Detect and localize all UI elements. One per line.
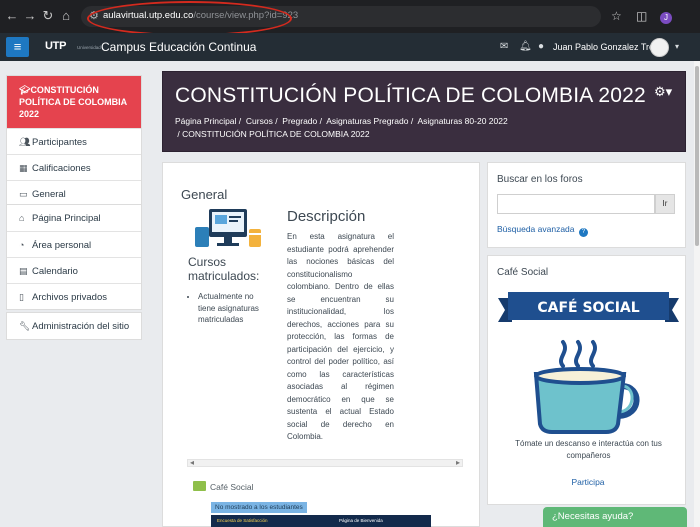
user-avatar[interactable] <box>650 38 669 57</box>
back-icon[interactable]: ← <box>4 8 20 24</box>
chevron-down-icon[interactable]: ▾ <box>675 42 679 51</box>
breadcrumb-item[interactable]: CONSTITUCIÓN POLÍTICA DE COLOMBIA 2022 <box>182 129 370 139</box>
cafe-description: Tómate un descanso e interactúa con tus … <box>515 439 662 460</box>
nav-item-administracion[interactable]: 🔧︎ Administración del sitio <box>7 313 141 339</box>
welcome-banner-image: Encuesta de Satisfacción Página de Bienv… <box>211 515 431 527</box>
horizontal-scrollbar[interactable]: ◂ ▸ <box>187 458 463 467</box>
help-chat-button[interactable]: ¿Necesitas ayuda? <box>543 507 687 527</box>
nav-item-general[interactable]: ▭ General <box>7 180 141 206</box>
home-icon[interactable]: ⌂ <box>58 8 74 24</box>
banner-title: CAFÉ SOCIAL <box>537 299 639 316</box>
profile-avatar[interactable]: J <box>660 12 672 24</box>
graduation-cap-icon: 🎓︎ <box>19 85 31 95</box>
help-icon[interactable]: ? <box>578 228 588 237</box>
logo-subtitle: Universidad <box>77 45 101 50</box>
description-text: En esta asignatura el estudiante podrá a… <box>287 232 394 441</box>
chat-icon[interactable]: ● <box>538 41 544 52</box>
banner-text: Página de Bienvenida <box>339 518 383 523</box>
breadcrumb-item[interactable]: Asignaturas 80-20 2022 <box>417 116 507 126</box>
extensions-icon[interactable]: ◫ <box>636 9 647 23</box>
scroll-left-icon[interactable]: ◂ <box>190 458 194 467</box>
nav-item-calendario[interactable]: ▤ Calendario <box>7 257 141 283</box>
scrollbar-thumb[interactable] <box>695 66 699 246</box>
red-annotation-circle <box>87 1 292 36</box>
wrench-icon: 🔧︎ <box>19 321 31 331</box>
site-name-link[interactable]: Campus Educación Continua <box>101 40 256 54</box>
utp-logo[interactable]: UTP <box>45 40 66 52</box>
cafe-social-block: Café Social CAFÉ SOCIAL Tómate un descan… <box>487 255 686 505</box>
nav-item-calificaciones[interactable]: ▦ Calificaciones <box>7 154 141 180</box>
nav-item-pagina-principal[interactable]: ⌂ Página Principal <box>7 205 141 231</box>
breadcrumb-item[interactable]: Cursos <box>246 116 273 126</box>
browser-toolbar: ← → ↻ ⌂ ⚙ aulavirtual.utp.edu.co/course/… <box>0 0 700 36</box>
breadcrumb-item[interactable]: Asignaturas Pregrado <box>326 116 408 126</box>
calendar-icon: ▤ <box>19 266 28 276</box>
page-scrollbar[interactable] <box>694 61 700 527</box>
description-title: Descripción <box>287 208 366 225</box>
nav-item-area-personal[interactable]: ◔ Área personal <box>7 231 141 257</box>
site-nav-block: ⌂ Página Principal ◔ Área personal ▤ Calend… <box>6 204 142 310</box>
notifications-bell-icon[interactable]: 🔔︎ <box>519 41 532 52</box>
messages-icon[interactable]: ✉ <box>500 41 508 52</box>
list-item: Actualmente no tiene asignaturas matricu… <box>198 291 268 326</box>
reload-icon[interactable]: ↻ <box>40 8 56 24</box>
block-title: Café Social <box>497 267 549 278</box>
menu-toggle-button[interactable]: ≡ <box>6 37 29 57</box>
search-forums-block: Buscar en los foros Ir Búsqueda avanzada… <box>487 162 686 248</box>
block-title: Buscar en los foros <box>497 174 583 185</box>
cafe-social-banner: CAFÉ SOCIAL <box>498 292 679 322</box>
enrolled-courses-title: Cursos matriculados: <box>188 255 260 283</box>
course-nav-block: 🎓︎CONSTITUCIÓN POLÍTICA DE COLOMBIA 2022… <box>6 75 142 207</box>
breadcrumb: Página Principal / Cursos / Pregrado / A… <box>175 116 508 139</box>
forum-icon <box>193 481 206 491</box>
breadcrumb-item[interactable]: Pregrado <box>282 116 317 126</box>
page-title: CONSTITUCIÓN POLÍTICA DE COLOMBIA 2022 <box>175 84 646 107</box>
users-icon: 👥︎ <box>19 137 31 147</box>
gear-icon[interactable]: ⚙▾ <box>654 84 672 100</box>
course-content: General Descripción En esta asignatura e… <box>162 162 480 527</box>
computer-illustration <box>195 209 261 247</box>
participa-link[interactable]: Participa <box>488 477 688 487</box>
site-navbar: ≡ UTP Universidad Campus Educación Conti… <box>0 33 700 61</box>
section-title: General <box>181 187 228 202</box>
enrolled-courses-list: Actualmente no tiene asignaturas matricu… <box>188 291 268 326</box>
nav-item-participantes[interactable]: 👥︎ Participantes <box>7 128 141 154</box>
scroll-right-icon[interactable]: ▸ <box>456 458 460 467</box>
admin-nav-block: 🔧︎ Administración del sitio <box>6 312 142 340</box>
search-input[interactable] <box>497 194 655 214</box>
forum-activity-link[interactable]: Café Social <box>193 481 253 492</box>
advanced-search-link[interactable]: Búsqueda avanzada ? <box>497 224 588 237</box>
hidden-from-students-badge: No mostrado a los estudiantes <box>211 502 307 513</box>
file-icon: ▯ <box>19 292 24 302</box>
nav-item-archivos-privados[interactable]: ▯ Archivos privados <box>7 283 141 309</box>
dashboard-icon: ◔ <box>19 240 25 250</box>
forward-icon[interactable]: → <box>22 8 38 24</box>
nav-item-course[interactable]: 🎓︎CONSTITUCIÓN POLÍTICA DE COLOMBIA 2022 <box>7 76 141 128</box>
table-icon: ▦ <box>19 163 28 173</box>
coffee-mug-icon <box>533 340 640 434</box>
home-icon: ⌂ <box>19 213 25 223</box>
bookmark-star-icon[interactable]: ☆ <box>611 9 622 23</box>
search-go-button[interactable]: Ir <box>655 194 675 214</box>
user-menu-name[interactable]: Juan Pablo Gonzalez Trejo <box>553 42 661 52</box>
banner-text: Encuesta de Satisfacción <box>217 518 268 523</box>
breadcrumb-item[interactable]: Página Principal <box>175 116 236 126</box>
course-header: CONSTITUCIÓN POLÍTICA DE COLOMBIA 2022 P… <box>162 71 686 152</box>
